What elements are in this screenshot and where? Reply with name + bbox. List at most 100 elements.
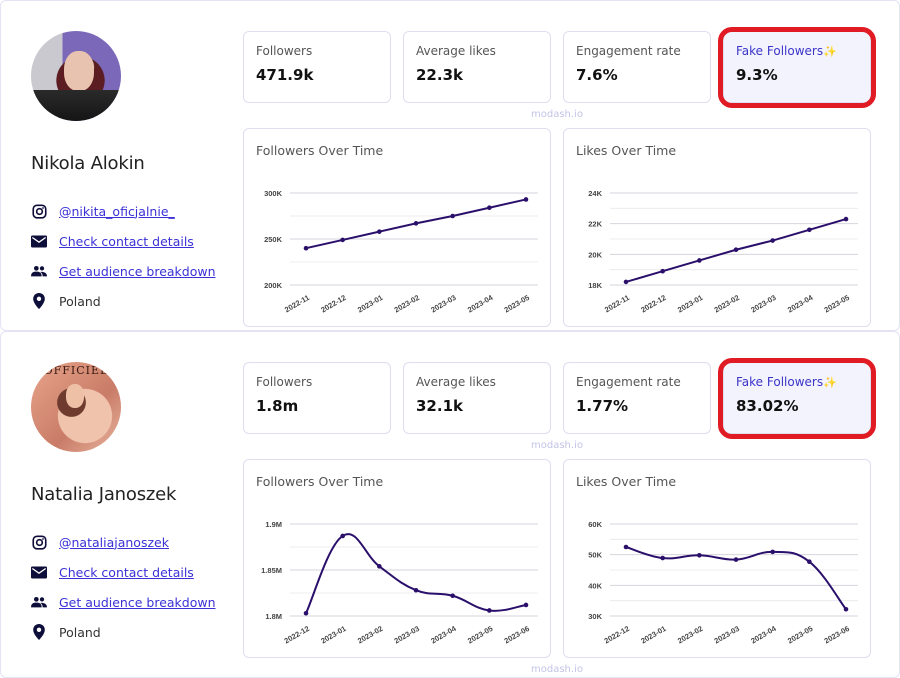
data-point [487, 608, 492, 613]
stat-label: Average likes [416, 375, 496, 389]
instagram-handle-link[interactable]: @nikita_oficjalnie_ [59, 204, 175, 219]
x-tick-label: 2023-04 [749, 624, 778, 646]
stat-label: Followers [256, 44, 313, 58]
mail-icon [31, 564, 47, 580]
stat-label: Average likes [416, 44, 496, 58]
data-point [660, 555, 665, 561]
contact-row: Check contact details [31, 557, 231, 587]
data-point [697, 258, 702, 263]
y-tick-label: 250K [264, 235, 283, 244]
x-tick-label: 2023-01 [676, 293, 704, 315]
x-tick-label: 2023-01 [356, 293, 384, 315]
x-tick-label: 2023-05 [823, 293, 851, 315]
data-point [807, 227, 812, 233]
y-tick-label: 20K [588, 250, 602, 259]
data-point [413, 587, 419, 593]
x-tick-label: 2023-06 [823, 624, 851, 646]
x-tick-label: 2023-01 [639, 624, 667, 646]
instagram-handle-link[interactable]: @nataliajanoszek [59, 535, 169, 550]
data-point [697, 552, 702, 558]
y-tick-label: 60K [588, 520, 602, 529]
profile-name: Nikola Alokin [31, 153, 145, 174]
x-tick-label: 2023-01 [319, 624, 347, 646]
x-tick-label: 2023-04 [786, 293, 815, 315]
x-tick-label: 2023-04 [429, 624, 458, 646]
x-tick-label: 2023-03 [393, 624, 421, 646]
stat-card-average-likes: Average likes 22.3k [403, 31, 551, 103]
x-tick-label: 2023-05 [466, 624, 494, 646]
audience-row: Get audience breakdown [31, 256, 231, 286]
data-point [623, 279, 629, 285]
y-tick-label: 30K [588, 612, 602, 621]
data-point [770, 238, 775, 243]
avatar [31, 31, 121, 121]
x-tick-label: 2023-05 [786, 624, 814, 646]
stat-value: 7.6% [576, 66, 618, 84]
profile-links: @nataliajanoszek Check contact details G… [31, 527, 231, 647]
avatar: OFFICIEL [31, 362, 121, 452]
data-point [450, 593, 455, 599]
chart-followers-over-time: Followers Over Time 1.8M 1.85M 1.9M 2022-12… [243, 459, 551, 658]
get-audience-breakdown-link[interactable]: Get audience breakdown [59, 595, 216, 610]
x-tick-label: 2022-12 [603, 624, 631, 646]
data-point [843, 216, 849, 222]
stat-value: 22.3k [416, 66, 463, 84]
x-tick-label: 2023-02 [356, 624, 384, 646]
y-tick-label: 1.9M [265, 520, 282, 529]
check-contact-details-link[interactable]: Check contact details [59, 565, 194, 580]
x-tick-label: 2022-12 [283, 624, 311, 646]
data-point [660, 268, 665, 274]
location-pin-icon [31, 624, 47, 640]
chart-likes-over-time: Likes Over Time 18K 20K 22K 24K 2022-11 2022-… [563, 128, 871, 327]
data-point [303, 245, 309, 251]
people-icon [31, 263, 47, 279]
avatar-magazine-text: OFFICIEL [43, 364, 109, 377]
profile-links: @nikita_oficjalnie_ Check contact detail… [31, 196, 231, 316]
stat-value: 471.9k [256, 66, 314, 84]
x-tick-label: 2022-12 [319, 293, 347, 315]
data-point [770, 549, 775, 555]
data-point [733, 247, 739, 253]
location-text: Poland [59, 293, 101, 309]
profile-name: Natalia Janoszek [31, 484, 177, 505]
profile-info: Nikola Alokin @nikita_oficjalnie_ Check … [31, 31, 231, 316]
get-audience-breakdown-link[interactable]: Get audience breakdown [59, 264, 216, 279]
y-tick-label: 18K [588, 281, 602, 290]
data-point [807, 559, 812, 565]
x-tick-label: 2022-11 [283, 293, 311, 314]
chart-svg: 200K 250K 300K 2022-11 2022-12 2023-01 2023-02… [264, 189, 538, 315]
instagram-icon [31, 203, 47, 219]
data-point [377, 229, 382, 234]
x-tick-label: 2023-03 [749, 293, 777, 315]
stat-label: Engagement rate [576, 44, 681, 58]
chart-followers-over-time: Followers Over Time 200K 250K 300K 2022-11 2… [243, 128, 551, 327]
check-contact-details-link[interactable]: Check contact details [59, 234, 194, 249]
data-point [340, 237, 345, 243]
x-tick-label: 2023-04 [466, 293, 495, 315]
data-point [843, 606, 849, 612]
stat-card-followers: Followers 1.8m [243, 362, 391, 434]
profile-card-natalia: OFFICIEL Natalia Janoszek @nataliajanosz… [0, 331, 900, 678]
y-tick-label: 200K [264, 281, 283, 290]
chart-likes-over-time: Likes Over Time 30K 40K 50K 60K 2022-12 2023-… [563, 459, 871, 658]
stat-label: Engagement rate [576, 375, 681, 389]
data-point [450, 213, 455, 219]
chart-svg: 1.8M 1.85M 1.9M 2022-12 2023-01 2023-02 2023-0… [261, 520, 538, 646]
x-tick-label: 2022-12 [639, 293, 667, 315]
data-point [523, 197, 529, 202]
watermark: modash.io [531, 664, 583, 675]
stat-value: 32.1k [416, 397, 463, 415]
mail-icon [31, 233, 47, 249]
x-tick-label: 2023-03 [429, 293, 457, 315]
stat-value: 1.8m [256, 397, 299, 415]
instagram-icon [31, 534, 47, 550]
y-tick-label: 24K [588, 189, 602, 198]
x-tick-label: 2023-05 [503, 293, 531, 315]
stat-card-average-likes: Average likes 32.1k [403, 362, 551, 434]
chart-svg: 18K 20K 22K 24K 2022-11 2022-12 2023-01 2023-02… [588, 189, 858, 315]
profile-info: OFFICIEL Natalia Janoszek @nataliajanosz… [31, 362, 231, 647]
location-row: Poland [31, 286, 231, 316]
y-tick-label: 50K [588, 551, 602, 560]
stat-card-followers: Followers 471.9k [243, 31, 391, 103]
instagram-row: @nataliajanoszek [31, 527, 231, 557]
